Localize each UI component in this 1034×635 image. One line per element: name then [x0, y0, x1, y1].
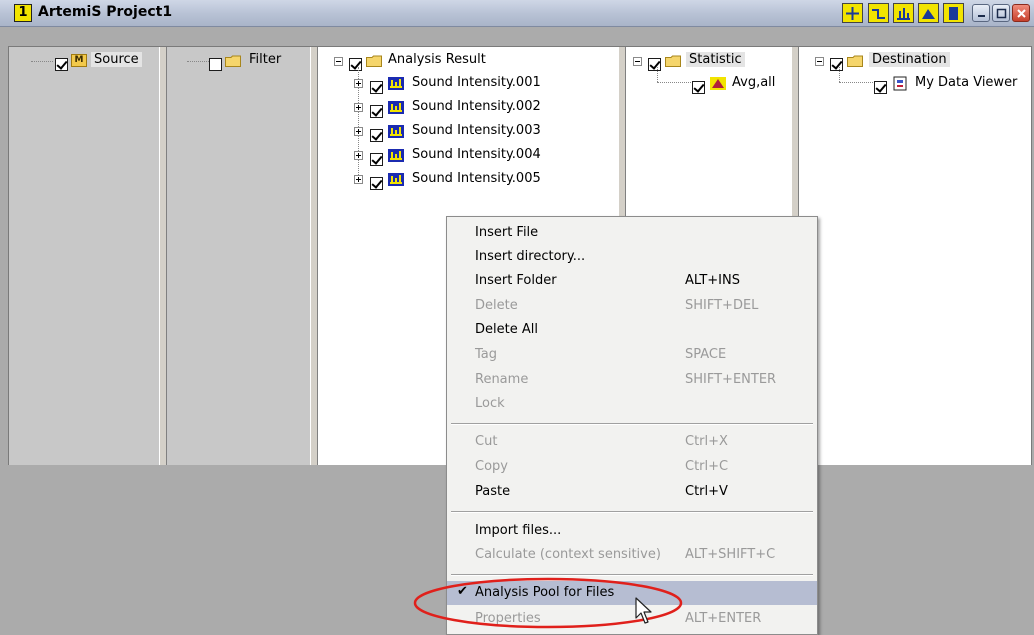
menu-item-tag[interactable]: Tag SPACE	[447, 343, 817, 367]
close-button[interactable]	[1012, 4, 1030, 22]
menu-item-insert-file[interactable]: Insert File	[447, 221, 817, 245]
menu-item-delete[interactable]: Delete SHIFT+DEL	[447, 294, 817, 318]
item-checkbox[interactable]	[370, 81, 383, 94]
page-icon[interactable]	[943, 3, 964, 23]
source-label[interactable]: Source	[91, 52, 142, 67]
collapse-icon[interactable]	[633, 57, 642, 66]
context-menu: Insert File Insert directory... Insert F…	[446, 216, 818, 635]
menu-item-lock[interactable]: Lock	[447, 392, 817, 416]
folder-icon	[366, 55, 382, 67]
menu-separator	[451, 423, 813, 425]
spectrum-icon	[388, 173, 404, 186]
minimize-button[interactable]	[972, 4, 990, 22]
source-pane[interactable]: M Source	[9, 47, 159, 465]
folder-icon	[847, 55, 863, 67]
menu-item-paste[interactable]: Paste Ctrl+V	[447, 480, 817, 504]
spectrum-icon	[388, 125, 404, 138]
peak-icon	[710, 77, 726, 90]
menu-separator	[451, 511, 813, 513]
statistic-checkbox[interactable]	[648, 58, 661, 71]
expand-icon[interactable]	[354, 151, 363, 160]
analysis-item-label[interactable]: Sound Intensity.002	[412, 99, 541, 114]
analysis-item-label[interactable]: Sound Intensity.003	[412, 123, 541, 138]
mouse-cursor-icon	[635, 597, 652, 624]
step-icon[interactable]	[868, 3, 889, 23]
spectrum-icon[interactable]	[893, 3, 914, 23]
statistic-item-checkbox[interactable]	[692, 81, 705, 94]
menu-item-cut[interactable]: Cut Ctrl+X	[447, 430, 817, 454]
destination-pane[interactable]: Destination My Data Viewer	[799, 47, 1031, 465]
destination-item-label[interactable]: My Data Viewer	[915, 75, 1017, 90]
menu-item-copy[interactable]: Copy Ctrl+C	[447, 455, 817, 479]
menu-item-import-files[interactable]: Import files...	[447, 519, 817, 543]
menu-item-insert-directory[interactable]: Insert directory...	[447, 245, 817, 269]
destination-checkbox[interactable]	[830, 58, 843, 71]
item-checkbox[interactable]	[370, 177, 383, 190]
menu-item-rename[interactable]: Rename SHIFT+ENTER	[447, 368, 817, 392]
maximize-button[interactable]	[992, 4, 1010, 22]
source-checkbox[interactable]	[55, 58, 68, 71]
peak-icon[interactable]	[918, 3, 939, 23]
analysis-item-label[interactable]: Sound Intensity.005	[412, 171, 541, 186]
menu-item-calculate[interactable]: Calculate (context sensitive) ALT+SHIFT+…	[447, 543, 817, 567]
window-title: ArtemiS Project1	[38, 4, 173, 20]
folder-icon	[665, 55, 681, 67]
analysis-root-label[interactable]: Analysis Result	[388, 52, 486, 67]
spectrum-icon	[388, 101, 404, 114]
spectrum-icon	[388, 149, 404, 162]
statistic-item-label[interactable]: Avg,all	[732, 75, 775, 90]
analysis-checkbox[interactable]	[349, 58, 362, 71]
item-checkbox[interactable]	[370, 129, 383, 142]
title-bar[interactable]: 1 ArtemiS Project1	[0, 0, 1034, 27]
pane-divider[interactable]	[310, 47, 318, 465]
statistic-root-label[interactable]: Statistic	[686, 52, 745, 67]
crosshair-icon[interactable]	[842, 3, 863, 23]
item-checkbox[interactable]	[370, 153, 383, 166]
filter-checkbox[interactable]	[209, 58, 222, 71]
menu-item-delete-all[interactable]: Delete All	[447, 318, 817, 342]
destination-root-label[interactable]: Destination	[869, 52, 950, 67]
collapse-icon[interactable]	[815, 57, 824, 66]
viewer-icon	[893, 76, 907, 91]
analysis-item-label[interactable]: Sound Intensity.004	[412, 147, 541, 162]
project-number-badge: 1	[14, 4, 32, 22]
filter-pane[interactable]: Filter	[167, 47, 310, 465]
expand-icon[interactable]	[354, 127, 363, 136]
spectrum-icon	[388, 77, 404, 90]
analysis-item-label[interactable]: Sound Intensity.001	[412, 75, 541, 90]
folder-icon	[225, 55, 241, 67]
pane-divider[interactable]	[159, 47, 167, 465]
expand-icon[interactable]	[354, 175, 363, 184]
expand-icon[interactable]	[354, 103, 363, 112]
filter-label[interactable]: Filter	[249, 52, 281, 67]
menu-item-insert-folder[interactable]: Insert Folder ALT+INS	[447, 269, 817, 293]
item-checkbox[interactable]	[370, 105, 383, 118]
expand-icon[interactable]	[354, 79, 363, 88]
collapse-icon[interactable]	[334, 57, 343, 66]
source-badge: M	[71, 54, 87, 67]
destination-item-checkbox[interactable]	[874, 81, 887, 94]
